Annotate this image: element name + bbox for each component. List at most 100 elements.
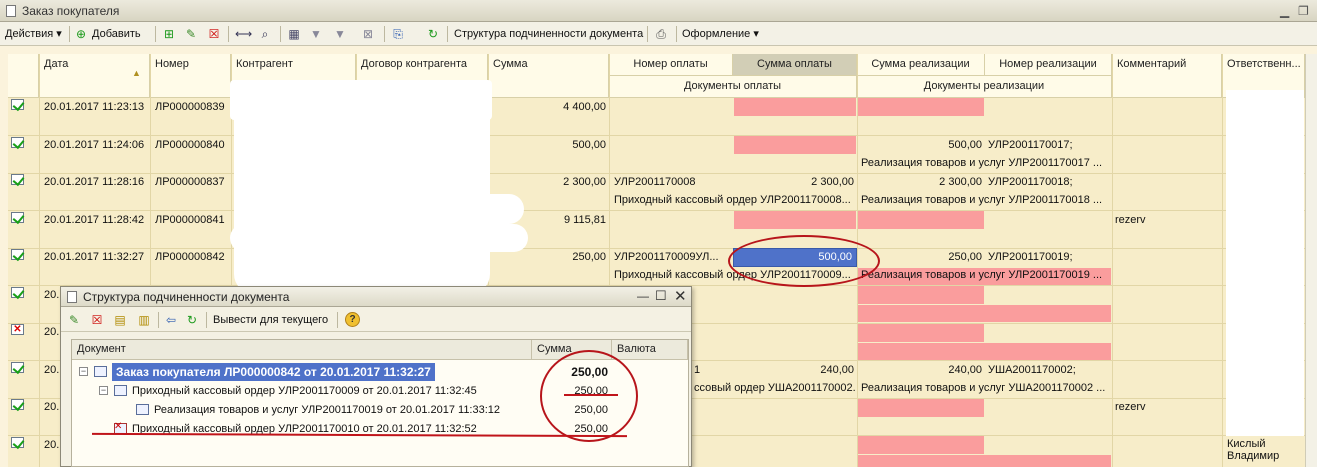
posted-status-icon (11, 287, 27, 301)
help-icon[interactable]: ? (345, 312, 360, 327)
collapse-icon[interactable]: − (99, 386, 108, 395)
row-amount: 500,00 (572, 139, 606, 151)
find-icon[interactable]: ⌕ (258, 27, 272, 41)
column-payment-number[interactable]: Номер оплаты (609, 54, 733, 76)
dialog-title-bar: Структура подчиненности документа — ☐ ✕ (61, 287, 691, 307)
row-payment-amount: 2 300,00 (811, 176, 854, 188)
column-sales-number[interactable]: Номер реализации (985, 54, 1112, 76)
row-date: 20.01.2017 11:28:16 (44, 176, 145, 188)
row-payment-doc: ссовый ордер УША2001170002... (694, 382, 856, 394)
row-number: ЛР000000837 (155, 176, 225, 188)
row-date: 20.01.2017 11:32:27 (44, 251, 145, 263)
filter-icon[interactable]: ▦ (287, 27, 301, 41)
go-icon[interactable]: ⇦ (164, 313, 178, 327)
row-sales-number: УЛР2001170018; (988, 176, 1073, 188)
add-button[interactable]: Добавить (92, 26, 141, 42)
collapse-icon[interactable]: − (79, 367, 88, 376)
row-number: ЛР000000841 (155, 214, 225, 226)
close-icon[interactable]: ✕ (674, 287, 687, 305)
column-document[interactable]: Документ (72, 340, 532, 360)
row-sales-amount: 2 300,00 (939, 176, 982, 188)
posted-status-icon (11, 362, 27, 376)
column-sales-amount[interactable]: Сумма реализации (857, 54, 985, 76)
row-date: 20.01.2017 11:28:42 (44, 214, 145, 226)
dialog-toolbar: ✎ ☒ ▤ ▥ ⇦ ↻ Вывести для текущего ? (61, 308, 691, 332)
minimize-icon[interactable]: ▁ (1280, 5, 1289, 17)
row-sales-doc: Реализация товаров и услуг УЛР2001170017… (861, 157, 1103, 169)
document-icon (6, 5, 16, 17)
column-sales-docs[interactable]: Документы реализации (857, 76, 1112, 98)
cash-order-icon (114, 385, 127, 396)
window-title: Заказ покупателя (22, 4, 120, 18)
posted-status-icon (11, 437, 27, 451)
posted-status-icon (11, 249, 27, 263)
redaction (248, 194, 524, 224)
filter-value-icon[interactable]: ▼ (309, 27, 323, 41)
row-responsible: Кислый Владимир (1227, 438, 1280, 462)
refresh-icon[interactable]: ↻ (426, 27, 440, 41)
window-title-bar: Заказ покупателя ▁ ❐ (0, 0, 1317, 22)
column-payment-amount[interactable]: Сумма оплаты (733, 54, 857, 76)
dialog-title: Структура подчиненности документа (83, 290, 290, 304)
post-icon[interactable]: ▤ (113, 313, 127, 327)
column-payment-docs[interactable]: Документы оплаты (609, 76, 857, 98)
row-number: ЛР000000842 (155, 251, 225, 263)
delete-icon[interactable]: ☒ (207, 27, 221, 41)
row-payment-number: УЛР2001170008 (614, 176, 696, 188)
clear-filter-icon[interactable]: ⊠ (361, 27, 375, 41)
row-date: 20. (44, 326, 60, 338)
refresh-icon[interactable]: ↻ (185, 313, 199, 327)
row-payment-number: 1 (694, 364, 701, 376)
status-column-header[interactable] (8, 54, 39, 98)
row-sales-doc: Реализация товаров и услуг УЛР2001170019… (861, 269, 1103, 281)
tree-node[interactable]: Реализация товаров и услуг УЛР2001170019… (154, 404, 500, 416)
row-payment-doc: Приходный кассовый ордер УЛР2001170008..… (614, 194, 851, 206)
row-date: 20.01.2017 11:24:06 (44, 139, 145, 151)
posted-status-icon (11, 399, 27, 413)
post-icon[interactable]: ⟷ (235, 27, 252, 41)
unpost-icon[interactable]: ▥ (137, 313, 151, 327)
sales-document-icon (136, 404, 149, 415)
annotation-underline (564, 394, 618, 396)
structure-button[interactable]: Структура подчиненности документа (454, 26, 643, 42)
row-sales-number: УЛР2001170017; (988, 139, 1073, 151)
column-comment[interactable]: Комментарий (1112, 54, 1222, 98)
restore-icon[interactable]: ❐ (1298, 5, 1309, 17)
column-number[interactable]: Номер (150, 54, 231, 98)
row-amount: 4 400,00 (563, 101, 606, 113)
posted-status-icon (11, 99, 27, 113)
output-current-button[interactable]: Вывести для текущего (213, 312, 328, 328)
print-icon[interactable]: ⎙ (654, 27, 668, 41)
vertical-scrollbar[interactable] (1305, 54, 1317, 467)
row-date: 20. (44, 364, 60, 376)
tree-root-node[interactable]: Заказ покупателя ЛР000000842 от 20.01.20… (112, 363, 435, 381)
filter-list-icon[interactable]: ▼ (333, 27, 347, 41)
row-comment: rezerv (1115, 401, 1146, 413)
delete-icon[interactable]: ☒ (90, 313, 104, 327)
document-icon (67, 291, 77, 303)
column-currency[interactable]: Валюта (612, 340, 688, 360)
row-sales-number: УША2001170002; (988, 364, 1076, 376)
row-date: 20.01.2017 11:23:13 (44, 101, 145, 113)
copy-icon[interactable]: ⊞ (162, 27, 176, 41)
edit-icon[interactable]: ✎ (67, 313, 81, 327)
unposted-status-icon: ✕ (11, 324, 27, 338)
minimize-icon[interactable]: — (637, 289, 649, 303)
row-payment-amount: 240,00 (820, 364, 854, 376)
enter-based-on-icon[interactable]: ⎘ (391, 27, 405, 41)
row-sales-number: УЛР2001170019; (988, 251, 1073, 263)
row-sales-amount: 500,00 (948, 139, 982, 151)
maximize-icon[interactable]: ☐ (655, 288, 667, 304)
order-document-icon (94, 366, 107, 377)
row-date: 20. (44, 401, 60, 413)
actions-menu[interactable]: Действия ▾ (5, 26, 62, 42)
column-amount[interactable]: Сумма (488, 54, 609, 98)
row-date: 20. (44, 289, 60, 301)
design-menu[interactable]: Оформление ▾ (682, 26, 759, 42)
edit-icon[interactable]: ✎ (184, 27, 198, 41)
add-icon: ⊕ (75, 27, 87, 41)
row-sales-doc: Реализация товаров и услуг УША2001170002… (861, 382, 1106, 394)
redaction (1226, 90, 1304, 436)
tree-node[interactable]: Приходный кассовый ордер УЛР2001170009 о… (132, 385, 477, 397)
posted-status-icon (11, 137, 27, 151)
